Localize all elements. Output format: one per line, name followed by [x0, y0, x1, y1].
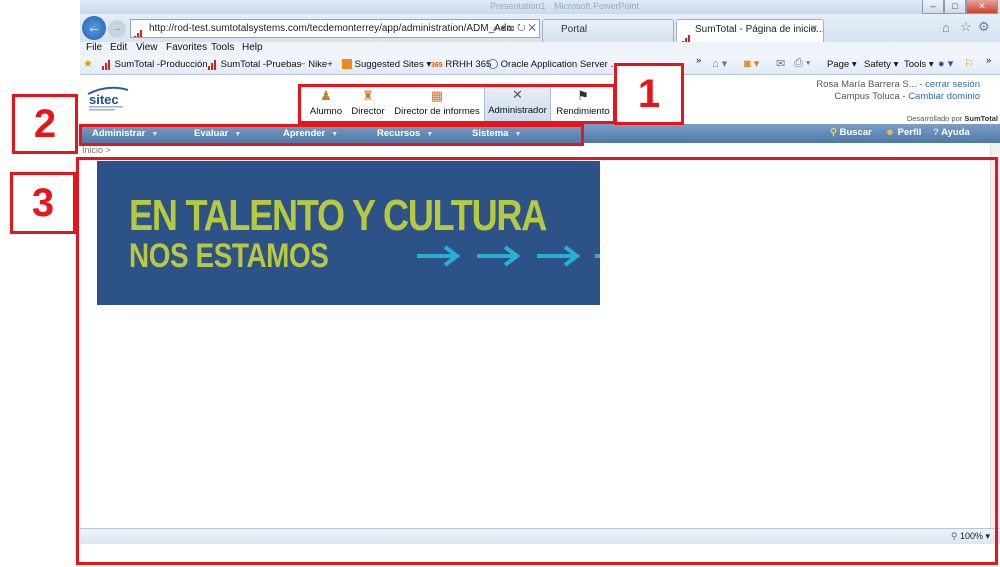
fav-sumtotal-produccion[interactable]: SumTotal -Producción — [102, 59, 208, 71]
annotation-box-1 — [298, 84, 616, 124]
menu-view[interactable]: View — [136, 42, 158, 53]
fav-nike[interactable]: ⌐ Nike+ — [300, 59, 333, 70]
search-button[interactable]: ⚲ Buscar — [830, 127, 872, 138]
cmd-safety[interactable]: Safety ▾ — [864, 59, 898, 70]
fav-rrhh-365[interactable]: 365 RRHH 365 — [431, 59, 491, 70]
menu-help[interactable]: Help — [242, 42, 263, 53]
mail-icon[interactable]: ✉ — [776, 57, 785, 70]
close-window-button[interactable]: ✕ — [966, 0, 998, 14]
fav-oracle[interactable]: Oracle Application Server ... — [488, 59, 618, 70]
close-tab-icon[interactable]: ✕ — [810, 20, 818, 40]
help-button[interactable]: ? Ayuda — [933, 127, 970, 138]
fav-label: RRHH 365 — [445, 59, 492, 70]
suggested-sites-icon — [342, 59, 352, 70]
annotation-label-1: 1 — [614, 63, 684, 125]
help-label: Ayuda — [941, 127, 970, 138]
fav-label: Suggested Sites ▾ — [354, 59, 432, 70]
fav-label: Oracle Application Server ... — [500, 59, 619, 70]
profile-label: Perfil — [897, 127, 922, 138]
sitec-logo: sitec — [87, 86, 129, 111]
search-icon: ⚲ — [830, 127, 837, 138]
favorites-star-icon[interactable]: ☆ — [960, 19, 972, 35]
search-label: Buscar — [839, 127, 872, 138]
print-icon[interactable]: ⎙ ▾ — [794, 57, 810, 70]
annotation-box-3 — [76, 157, 998, 565]
profile-button[interactable]: ☻ Perfil — [885, 127, 921, 138]
fav-label: SumTotal -Producción — [114, 59, 208, 70]
menu-favorites[interactable]: Favorites — [166, 42, 207, 53]
rrhh-365-icon: 365 — [431, 62, 443, 69]
home-toolbar-icon[interactable]: ⌂ ▾ — [712, 57, 727, 70]
tab-portal[interactable]: Portal — [542, 19, 674, 42]
user-info: Rosa María Barrera S... - cerrar sesión … — [816, 79, 980, 102]
developer-name: SumTotal — [964, 114, 998, 123]
cmd-page[interactable]: Page ▾ — [827, 59, 857, 70]
logout-link[interactable]: cerrar sesión — [925, 79, 980, 90]
address-bar[interactable]: http://rod-test.sumtotalsystems.com/tecd… — [130, 19, 540, 38]
sumtotal-tab-icon — [682, 25, 692, 42]
logo-text: sitec — [89, 92, 119, 107]
feeds-icon[interactable]: ◙ ▾ — [744, 57, 759, 70]
tab-label: Portal — [561, 24, 588, 35]
user-name: Rosa María Barrera S... — [816, 79, 917, 90]
annotation-label-3: 3 — [10, 172, 76, 234]
menu-tools[interactable]: Tools — [211, 42, 234, 53]
home-icon[interactable]: ⌂ — [942, 20, 950, 35]
developed-by: Desarrollado por SumTotal — [907, 114, 998, 123]
breadcrumb[interactable]: Inicio > — [82, 145, 111, 155]
change-domain-link[interactable]: Cambiar dominio — [908, 91, 980, 102]
window-title-ghost-app: Microsoft PowerPoint — [554, 1, 640, 11]
campus-name: Campus Toluca — [834, 91, 900, 102]
address-controls[interactable]: ⌕ ▾ ⊠ ↻ ✕ — [493, 20, 536, 37]
favorites-bar: ★ SumTotal -Producción SumTotal -Pruebas… — [80, 55, 1000, 75]
annotation-box-2 — [79, 124, 584, 146]
fav-suggested-sites[interactable]: Suggested Sites ▾ — [342, 59, 431, 70]
address-url: http://rod-test.sumtotalsystems.com/tecd… — [149, 23, 512, 34]
address-row: ← → http://rod-test.sumtotalsystems.com/… — [80, 14, 1000, 42]
sumtotal-icon — [102, 59, 112, 71]
menu-file[interactable]: File — [86, 42, 102, 53]
sumtotal-favicon — [134, 23, 144, 37]
favorites-star-add-icon[interactable]: ★ — [83, 57, 93, 70]
fav-label: SumTotal -Pruebas — [220, 59, 302, 70]
window-title-ghost: Presentation1 — [490, 1, 546, 11]
research-icon[interactable]: ⚐ — [964, 57, 974, 70]
command-chevron[interactable]: » — [986, 55, 991, 66]
ie-page-icon — [488, 59, 498, 70]
back-button[interactable]: ← — [82, 16, 106, 40]
sumtotal-icon — [208, 59, 218, 71]
nike-swoosh-icon: ⌐ — [300, 59, 306, 70]
menu-bar: File Edit View Favorites Tools Help — [80, 42, 1000, 56]
annotation-label-2: 2 — [12, 94, 78, 154]
favorites-chevron[interactable]: » — [696, 55, 701, 66]
help-icon: ? — [933, 127, 939, 138]
fav-sumtotal-pruebas[interactable]: SumTotal -Pruebas — [208, 59, 302, 71]
developed-by-label: Desarrollado por — [906, 114, 963, 123]
menu-edit[interactable]: Edit — [110, 42, 127, 53]
maximize-button[interactable]: □ — [944, 0, 966, 14]
cmd-tools[interactable]: Tools ▾ — [904, 59, 934, 70]
title-bar: Presentation1 Microsoft PowerPoint – □ ✕ — [80, 0, 1000, 14]
forward-button[interactable]: → — [108, 20, 126, 38]
settings-gear-icon[interactable]: ⚙ — [978, 19, 990, 35]
tab-sumtotal[interactable]: SumTotal - Página de inicio... ✕ — [676, 19, 824, 42]
help-circle-icon[interactable]: ● ▾ — [938, 57, 953, 70]
minimize-button[interactable]: – — [922, 0, 944, 14]
profile-icon: ☻ — [885, 127, 895, 138]
fav-label: Nike+ — [308, 59, 333, 70]
tab-label: SumTotal - Página de inicio... — [695, 24, 824, 35]
